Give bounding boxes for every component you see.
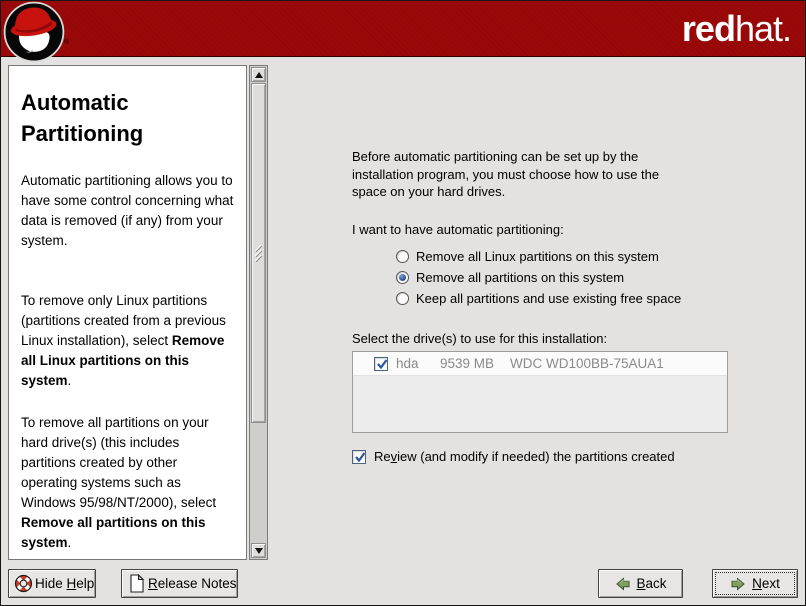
release-notes-label: Release Notes [148, 576, 237, 591]
scroll-down-button[interactable] [251, 543, 266, 558]
help-paragraph-1: Automatic partitioning allows you to hav… [21, 171, 237, 251]
redhat-wordmark: redhat. [682, 7, 791, 51]
radio-remove-all[interactable]: Remove all partitions on this system [396, 269, 624, 286]
drive-device: hda [396, 356, 434, 371]
radio-button-icon[interactable] [396, 292, 409, 305]
scroll-up-button[interactable] [251, 67, 266, 82]
radio-keep-all[interactable]: Keep all partitions and use existing fre… [396, 290, 681, 307]
arrow-right-icon [730, 576, 747, 592]
release-notes-button[interactable]: Release Notes [121, 569, 238, 598]
drive-row-hda[interactable]: hda 9539 MB WDC WD100BB-75AUA1 [353, 352, 727, 376]
review-checkbox[interactable] [352, 450, 366, 464]
arrow-left-icon [614, 576, 631, 592]
arrow-up-icon [255, 72, 263, 78]
help-scrollbar[interactable] [249, 65, 268, 560]
hide-help-label: Hide Help [35, 576, 94, 591]
checkmark-icon [375, 357, 389, 371]
wordmark-period: . [782, 8, 791, 49]
next-label: Next [752, 576, 780, 591]
drives-label: Select the drive(s) to use for this inst… [352, 330, 607, 348]
drive-checkbox[interactable] [374, 357, 388, 371]
redhat-shadowman-logo-icon [3, 1, 65, 63]
drive-size: 9539 MB [440, 356, 502, 371]
installer-window: redhat. ® Automatic Partitioning Automat… [0, 0, 806, 606]
document-icon [129, 574, 145, 593]
wordmark-red: red [682, 8, 735, 49]
header-banner: redhat. [1, 1, 805, 57]
radio-button-icon[interactable] [396, 271, 409, 284]
radio-button-icon[interactable] [396, 250, 409, 263]
review-label: Review (and modify if needed) the partit… [374, 449, 675, 464]
radio-remove-linux[interactable]: Remove all Linux partitions on this syst… [396, 248, 659, 265]
drive-model: WDC WD100BB-75AUA1 [510, 356, 664, 371]
arrow-down-icon [255, 548, 263, 554]
next-button[interactable]: Next [712, 569, 798, 598]
back-button[interactable]: Back [598, 569, 683, 598]
review-checkbox-row[interactable]: Review (and modify if needed) the partit… [352, 449, 675, 464]
question-label: I want to have automatic partitioning: [352, 221, 564, 239]
scrollbar-thumb[interactable] [251, 83, 266, 423]
hide-help-button[interactable]: Hide Help [8, 569, 96, 598]
life-ring-icon [14, 574, 33, 593]
thumb-grip-icon [253, 245, 264, 262]
registered-trademark: ® [64, 39, 69, 46]
help-paragraph-2: To remove only Linux partitions (partiti… [21, 291, 237, 391]
checkmark-icon [353, 450, 367, 464]
drive-listbox[interactable]: hda 9539 MB WDC WD100BB-75AUA1 [352, 351, 728, 433]
help-panel: Automatic Partitioning Automatic partiti… [8, 65, 247, 560]
back-label: Back [636, 576, 666, 591]
intro-text: Before automatic partitioning can be set… [352, 148, 682, 201]
wordmark-hat: hat [735, 8, 782, 49]
help-title: Automatic Partitioning [21, 87, 226, 149]
help-paragraph-3: To remove all partitions on your hard dr… [21, 413, 237, 553]
